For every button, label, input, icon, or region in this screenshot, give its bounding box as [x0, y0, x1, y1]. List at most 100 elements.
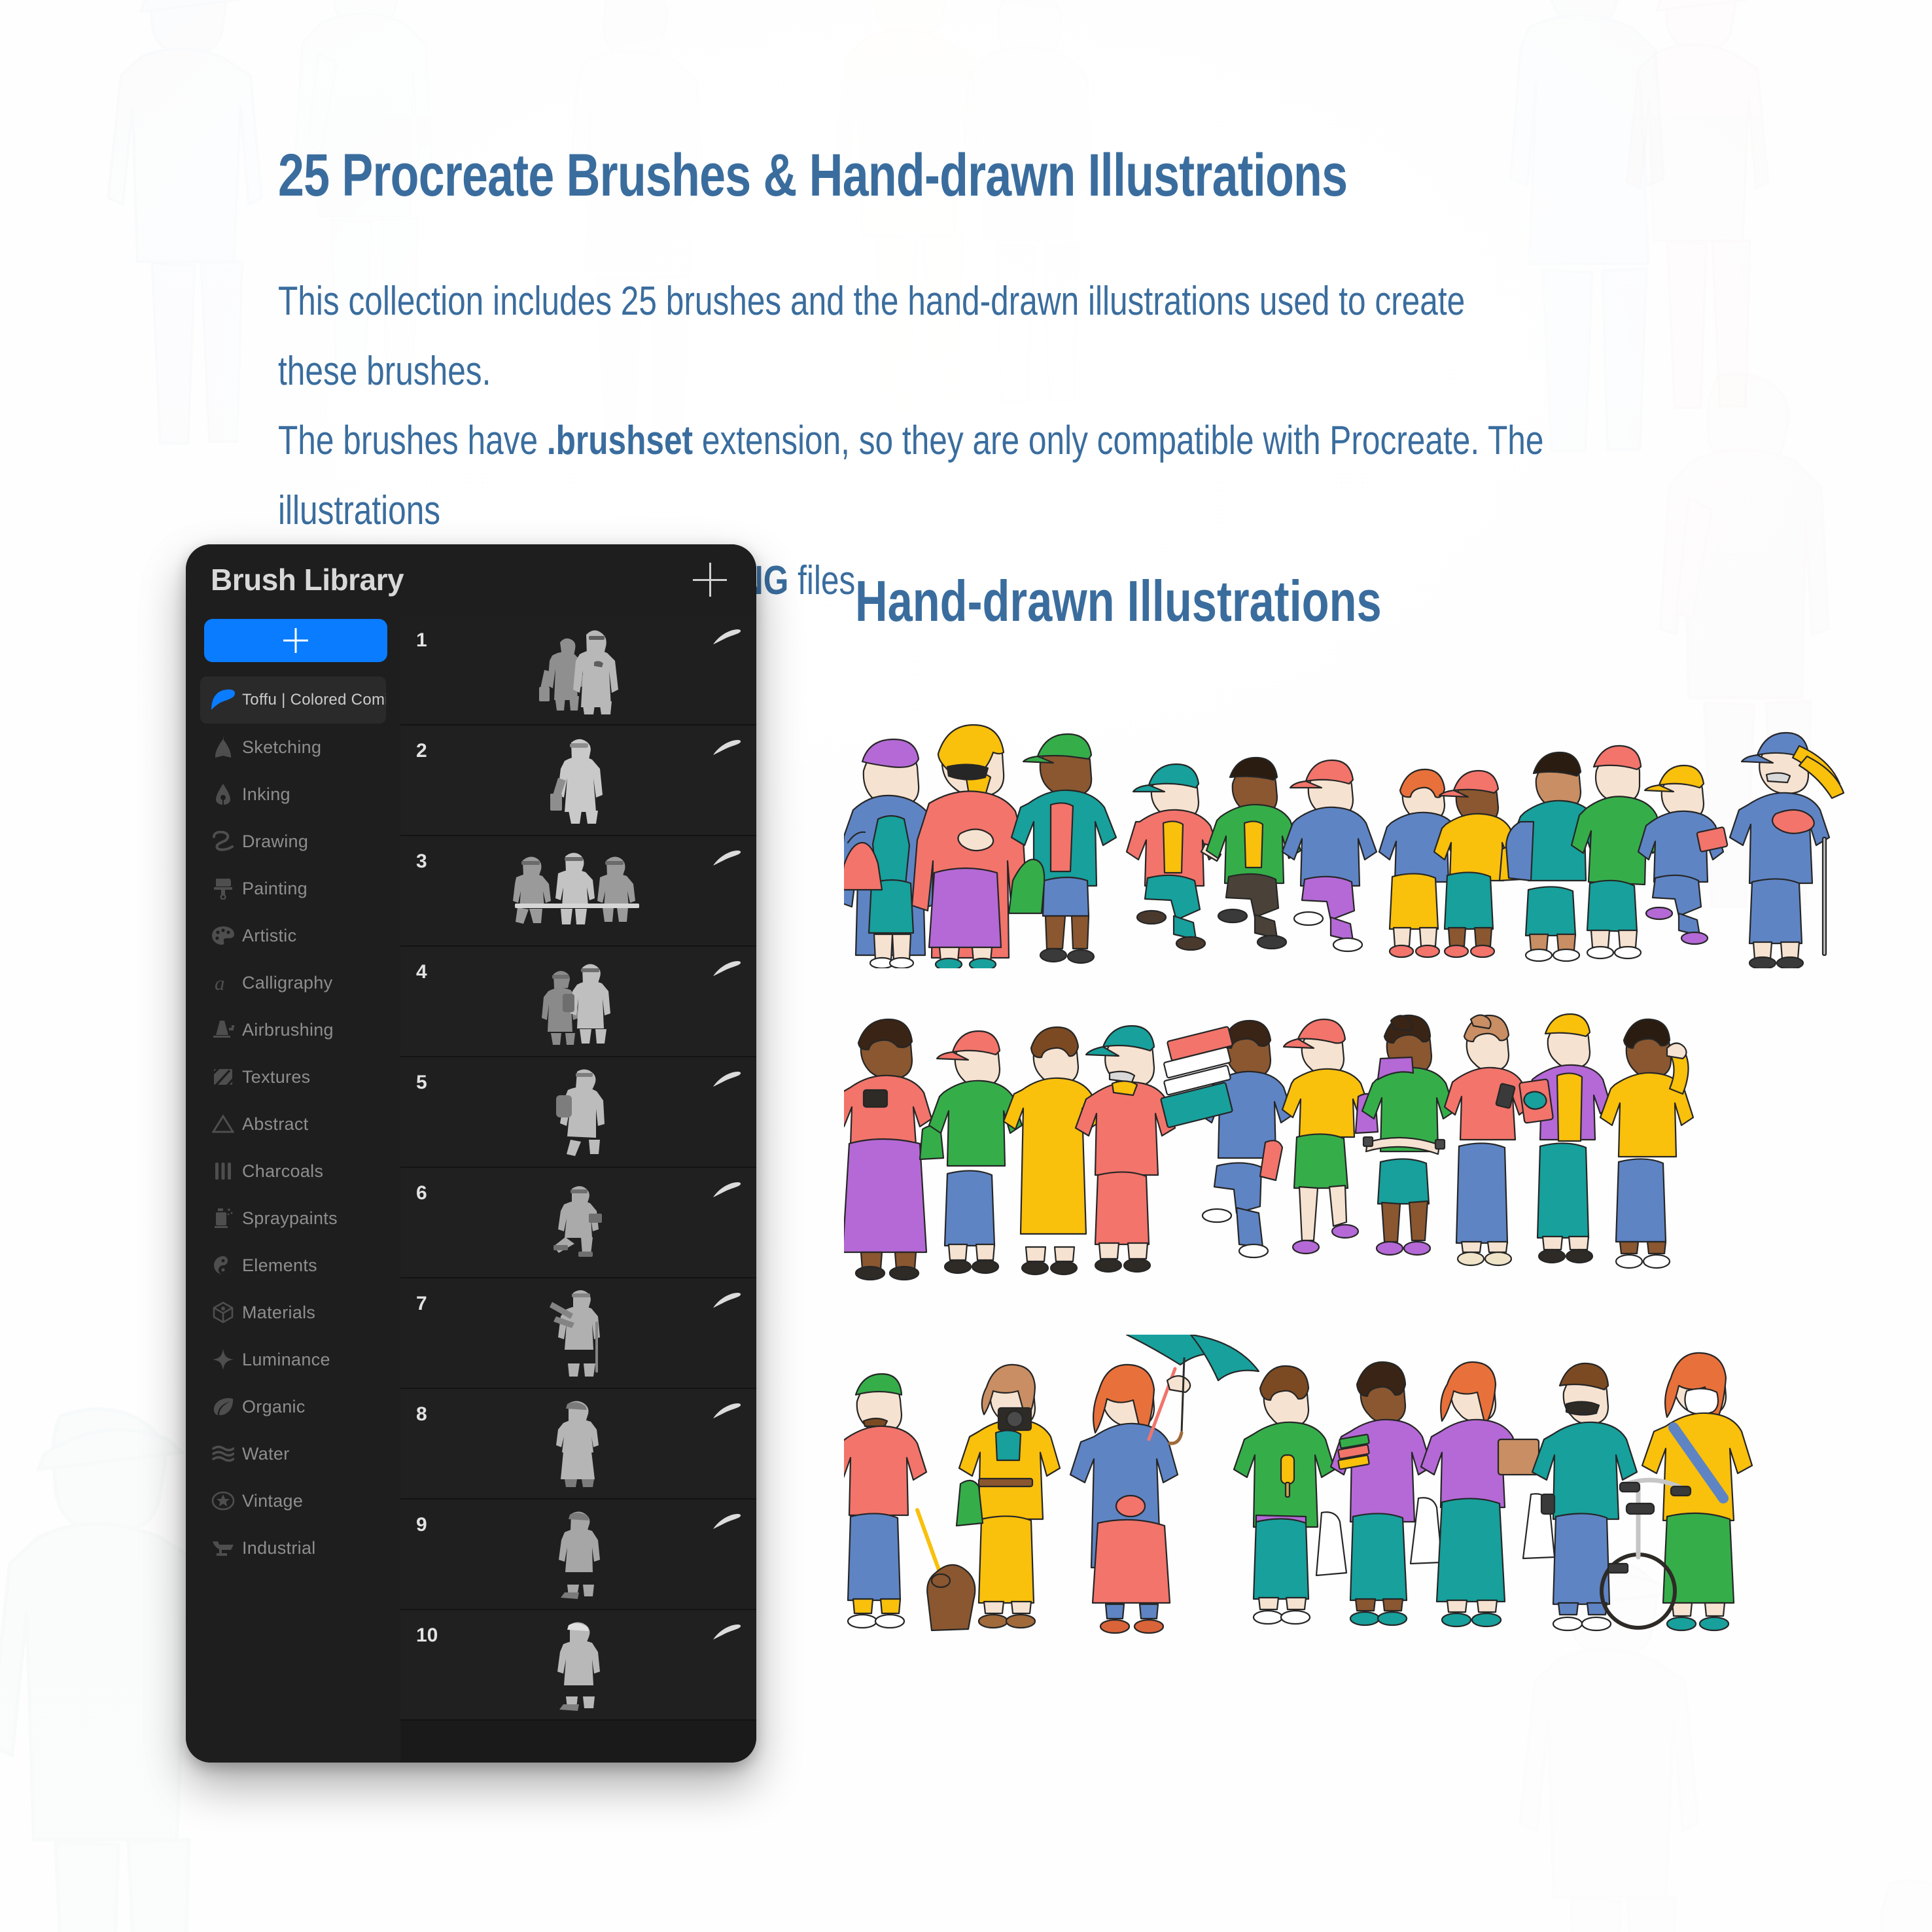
plus-icon[interactable] [693, 563, 727, 597]
description-line-2: The brushes have .brushset extension, so… [278, 418, 1544, 533]
person-leaning-backpack-thumb [503, 1063, 654, 1161]
figure-man-carrying-boxes-blue [1160, 1019, 1294, 1259]
brush-number: 10 [416, 1625, 438, 1646]
sidebar-item-charcoals[interactable]: Charcoals [200, 1148, 386, 1195]
sidebar-item-vintage[interactable]: Vintage [200, 1477, 386, 1524]
brush-number: 3 [416, 851, 427, 872]
illustration-row-1-figures [836, 724, 1845, 972]
sidebar-item-label: Sketching [242, 737, 322, 757]
sidebar-item-airbrushing[interactable]: Airbrushing [200, 1006, 386, 1053]
paintbrush-icon [204, 877, 242, 900]
brush-list-item[interactable]: 6 [400, 1168, 756, 1278]
sidebar-item-materials[interactable]: Materials [200, 1289, 386, 1336]
brush-set-sidebar[interactable]: Toffu | Colored Comi... Sketching Inking [186, 615, 400, 1763]
sidebar-item-label: Airbrushing [242, 1019, 334, 1040]
brush-stroke-preview-icon [713, 1292, 741, 1308]
figure-woman-purple-coat-magazines [1329, 1361, 1443, 1626]
brush-list-item[interactable]: 3 [400, 836, 756, 947]
brush-list-item[interactable]: 10 [400, 1610, 756, 1721]
figure-man-sitting-blue-yellow-cap-tablet [1637, 764, 1729, 945]
brush-list[interactable]: 1 2 3 4 5 6 7 8 9 10 [400, 615, 756, 1763]
brush-stroke-preview-icon [713, 1182, 741, 1197]
figure-man-sitting-coral-jacket [1125, 763, 1222, 951]
brush-stroke-preview-icon [713, 960, 741, 976]
sidebar-item-elements[interactable]: Elements [200, 1242, 386, 1289]
figure-woman-green-sweater-skateboard [1361, 1014, 1456, 1256]
sparkle-icon [204, 1348, 242, 1371]
sidebar-item-painting[interactable]: Painting [200, 865, 386, 912]
procreate-brush-icon [204, 689, 242, 711]
sidebar-item-toffu-colored-comics[interactable]: Toffu | Colored Comi... [200, 676, 386, 724]
person-walking-down-thumb [503, 1616, 654, 1714]
two-people-backpack-thumb [503, 953, 654, 1051]
cube-icon [204, 1301, 242, 1324]
sidebar-item-textures[interactable]: Textures [200, 1053, 386, 1100]
star-badge-icon [204, 1490, 242, 1511]
brush-library-header: Brush Library [186, 544, 756, 615]
section-heading-illustrations: Hand-drawn Illustrations [855, 569, 1382, 633]
sidebar-item-label: Charcoals [242, 1161, 324, 1181]
illustration-row-3-figures [828, 1329, 1753, 1634]
brush-list-item[interactable]: 8 [400, 1389, 756, 1500]
brush-library-title: Brush Library [211, 563, 404, 597]
palette-icon [204, 926, 242, 945]
brush-stroke-preview-icon [713, 1071, 741, 1087]
figure-woman-green-cap-teal-shirt [1008, 733, 1117, 964]
brush-stroke-preview-icon [713, 1403, 741, 1418]
illustration-row-2 [831, 1008, 1865, 1282]
person-walking-bag-thumb [503, 731, 654, 830]
sidebar-item-abstract[interactable]: Abstract [200, 1100, 386, 1148]
sidebar-item-artistic[interactable]: Artistic [200, 912, 386, 959]
illustration-row-2-figures [831, 1013, 1695, 1281]
sidebar-item-label: Toffu | Colored Comi... [242, 691, 386, 709]
description-line-1: This collection includes 25 brushes and … [278, 279, 1466, 394]
sidebar-item-label: Water [242, 1443, 290, 1464]
person-cane-baguette-thumb [503, 1284, 654, 1382]
sidebar-item-industrial[interactable]: Industrial [200, 1524, 386, 1572]
sidebar-item-organic[interactable]: Organic [200, 1383, 386, 1430]
figure-woman-purple-dress-camera-back [831, 1018, 945, 1281]
yin-yang-icon [204, 1255, 242, 1276]
sidebar-item-drawing[interactable]: Drawing [200, 818, 386, 865]
sidebar-item-inking[interactable]: Inking [200, 771, 386, 818]
figure-woman-coral-top-phone-jeans [1443, 1014, 1531, 1267]
new-brush-set-button[interactable] [204, 619, 387, 662]
brush-stroke-preview-icon [713, 629, 741, 644]
sidebar-item-label: Spraypaints [242, 1208, 338, 1228]
sidebar-item-label: Inking [242, 784, 290, 804]
brush-list-item[interactable]: 5 [400, 1057, 756, 1168]
poster-canvas: 25 Procreate Brushes & Hand-drawn Illust… [0, 0, 1932, 1932]
sidebar-item-water[interactable]: Water [200, 1430, 386, 1477]
sidebar-item-calligraphy[interactable]: a Calligraphy [200, 959, 386, 1006]
two-people-standing-thumb [503, 621, 654, 719]
brush-list-item[interactable]: 2 [400, 726, 756, 836]
brush-number: 5 [416, 1072, 427, 1093]
sidebar-item-luminance[interactable]: Luminance [200, 1336, 386, 1383]
brush-list-item[interactable]: 9 [400, 1500, 756, 1610]
script-a-icon: a [204, 972, 242, 993]
brush-list-item[interactable]: 1 [400, 615, 756, 726]
hatch-square-icon [204, 1066, 242, 1087]
brush-number: 2 [416, 740, 427, 762]
svg-text:a: a [215, 972, 225, 993]
pencil-tip-icon [204, 736, 242, 758]
figure-woman-yellow-headscarf-coral-coat [911, 724, 1028, 972]
illustration-row-3 [828, 1329, 1865, 1636]
figure-man-teal-cap-coral-overalls [1074, 1025, 1176, 1273]
brush-library-panel: Brush Library Toffu | Colored Comi... [186, 544, 756, 1763]
figure-woman-umbrella-blue-coat [1069, 1329, 1260, 1634]
sidebar-item-label: Textures [242, 1066, 311, 1087]
brush-number: 7 [416, 1293, 427, 1314]
figure-woman-teal-skirt-purple-top-parcel [1420, 1361, 1556, 1628]
sidebar-item-label: Organic [242, 1396, 306, 1416]
sidebar-item-sketching[interactable]: Sketching [200, 724, 386, 771]
three-bars-icon [204, 1161, 242, 1181]
sidebar-item-label: Industrial [242, 1537, 316, 1558]
brush-list-item[interactable]: 4 [400, 947, 756, 1057]
person-side-profile-thumb [503, 1505, 654, 1604]
illustration-gallery [828, 694, 1865, 1714]
anvil-icon [204, 1538, 242, 1558]
sidebar-item-spraypaints[interactable]: Spraypaints [200, 1195, 386, 1242]
airbrush-icon [204, 1019, 242, 1040]
brush-list-item[interactable]: 7 [400, 1278, 756, 1389]
